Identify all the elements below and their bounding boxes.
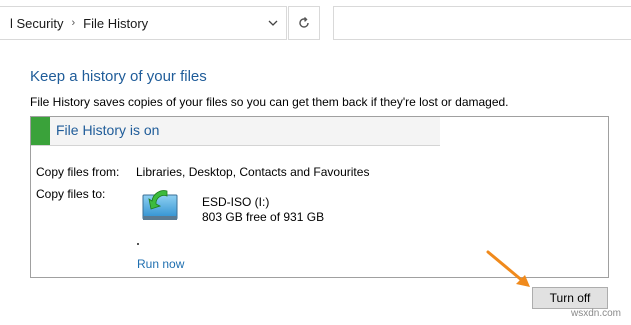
status-banner: File History is on [31, 117, 440, 146]
search-input[interactable] [333, 6, 631, 40]
watermark: wsxdn.com [570, 308, 621, 319]
status-accent [31, 117, 50, 145]
turn-off-button[interactable]: Turn off [532, 287, 608, 309]
separator-dot [137, 243, 139, 245]
arrow-annotation-icon [486, 250, 530, 287]
copy-from-value: Libraries, Desktop, Contacts and Favouri… [136, 165, 370, 179]
drive-space: 803 GB free of 931 GB [202, 210, 325, 224]
address-bar[interactable]: l Security › File History [0, 6, 287, 40]
breadcrumb-file-history[interactable]: File History [83, 16, 148, 31]
status-title: File History is on [56, 122, 160, 138]
run-now-link[interactable]: Run now [137, 257, 184, 271]
breadcrumb-security[interactable]: l Security [10, 16, 63, 31]
drive-icon [142, 190, 178, 220]
page-description: File History saves copies of your files … [30, 95, 509, 109]
chevron-down-icon[interactable] [266, 16, 280, 30]
copy-to-label: Copy files to: [36, 187, 106, 201]
page-title: Keep a history of your files [30, 68, 207, 85]
breadcrumb-separator: › [71, 17, 76, 29]
drive-name: ESD-ISO (I:) [202, 195, 270, 209]
refresh-button[interactable] [288, 6, 320, 40]
refresh-icon [299, 17, 309, 28]
copy-from-label: Copy files from: [36, 165, 120, 179]
